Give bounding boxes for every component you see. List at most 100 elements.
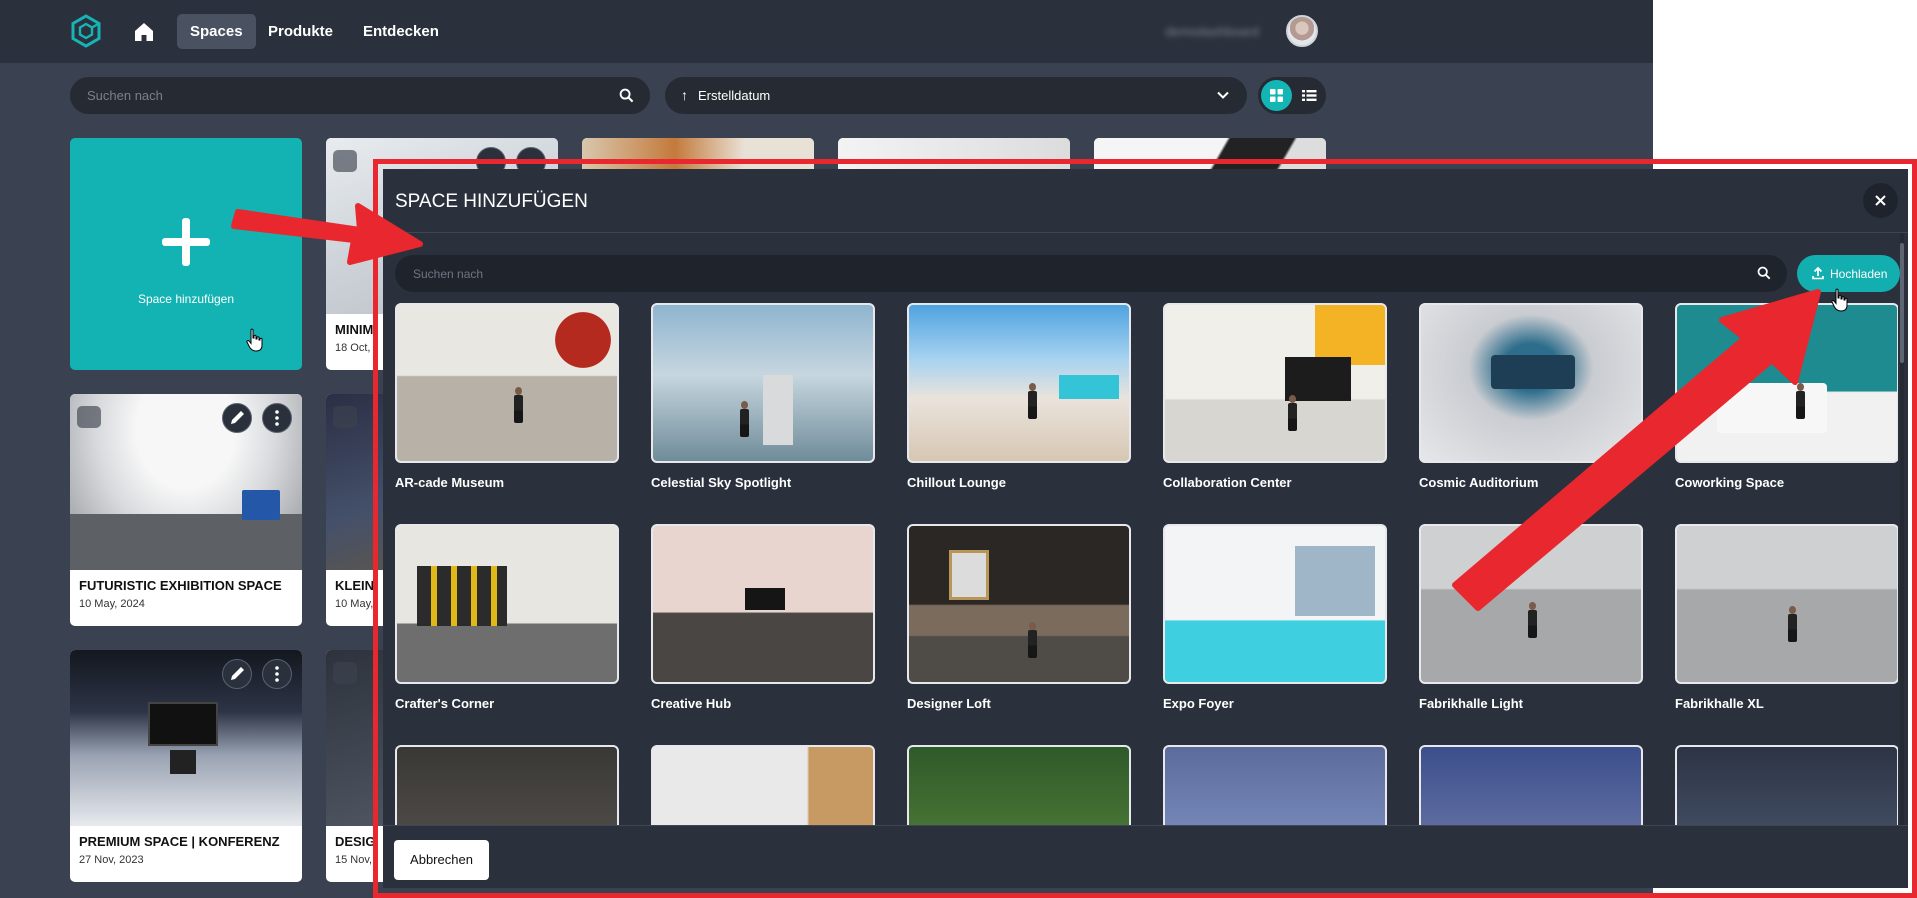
search-placeholder: Suchen nach xyxy=(87,88,163,103)
fridge-shape xyxy=(763,375,793,445)
more-options-button[interactable] xyxy=(262,659,292,689)
more-vertical-icon xyxy=(275,410,279,426)
template-tile[interactable]: Crafter's Corner xyxy=(395,524,619,711)
template-name: Fabrikhalle XL xyxy=(1675,696,1764,711)
pool-shape xyxy=(1059,375,1119,399)
tool-wall-shape xyxy=(417,566,507,626)
template-thumbnail xyxy=(651,524,875,684)
template-thumbnail xyxy=(1675,745,1898,825)
add-space-card[interactable]: Space hinzufügen xyxy=(70,138,302,370)
desk-shape xyxy=(1717,383,1827,433)
upload-button[interactable]: Hochladen xyxy=(1797,255,1900,292)
scrollbar[interactable] xyxy=(1900,233,1904,825)
template-tile[interactable]: AR-cade Museum xyxy=(395,303,619,490)
template-tile[interactable]: Cosmic Auditorium xyxy=(1419,303,1643,490)
template-name: Chillout Lounge xyxy=(907,475,1006,490)
template-tile[interactable]: Collaboration Center xyxy=(1163,303,1387,490)
pencil-icon xyxy=(231,667,244,680)
tree-shape xyxy=(547,305,617,375)
edit-button[interactable] xyxy=(222,403,252,433)
search-placeholder: Suchen nach xyxy=(413,267,484,281)
template-thumbnail xyxy=(395,303,619,463)
group-icon xyxy=(77,406,101,428)
template-tile[interactable] xyxy=(651,745,875,825)
nav-entdecken[interactable]: Entdecken xyxy=(350,14,452,49)
template-name: Expo Foyer xyxy=(1163,696,1234,711)
template-thumbnail xyxy=(651,303,875,463)
template-thumbnail xyxy=(907,524,1131,684)
template-tile[interactable]: Celestial Sky Spotlight xyxy=(651,303,875,490)
template-tile[interactable] xyxy=(395,745,619,825)
group-icon xyxy=(333,150,357,172)
space-title: FUTURISTIC EXHIBITION SPACE xyxy=(79,578,282,593)
avatar-figure xyxy=(1027,383,1037,419)
picture-shape xyxy=(949,550,989,600)
screen-shape xyxy=(242,490,280,520)
more-options-button[interactable] xyxy=(262,403,292,433)
scrollbar-thumb[interactable] xyxy=(1900,243,1904,363)
sun-shape xyxy=(1315,305,1385,365)
arrow-up-icon: ↑ xyxy=(681,87,688,103)
more-vertical-icon xyxy=(275,666,279,682)
template-tile[interactable]: Chillout Lounge xyxy=(907,303,1131,490)
template-name: Celestial Sky Spotlight xyxy=(651,475,792,490)
edit-button[interactable] xyxy=(222,659,252,689)
home-icon[interactable] xyxy=(132,20,156,44)
space-date: 27 Nov, 2023 xyxy=(79,854,144,866)
sort-value: Erstelldatum xyxy=(698,88,771,103)
add-space-dialog: SPACE HINZUFÜGEN Suchen nach Hochladen A… xyxy=(383,169,1908,888)
template-tile[interactable] xyxy=(907,745,1131,825)
avatar[interactable] xyxy=(1286,15,1318,47)
avatar-figure xyxy=(1787,606,1797,642)
list-view-button[interactable] xyxy=(1294,80,1325,111)
upload-icon xyxy=(1812,266,1824,280)
template-tile[interactable] xyxy=(1163,745,1387,825)
template-tile[interactable] xyxy=(1419,745,1643,825)
template-tile[interactable] xyxy=(1675,745,1898,825)
nav-spaces[interactable]: Spaces xyxy=(177,14,256,49)
user-name[interactable]: demodashboard xyxy=(1165,24,1259,39)
add-space-label: Space hinzufügen xyxy=(137,292,235,306)
screen-shape xyxy=(1491,355,1575,389)
dialog-footer: Abbrechen xyxy=(383,825,1908,888)
close-button[interactable] xyxy=(1863,183,1898,218)
avatar-figure xyxy=(1287,395,1297,431)
hand-cursor-icon xyxy=(1831,288,1848,312)
upload-label: Hochladen xyxy=(1830,267,1888,281)
template-thumbnail xyxy=(1163,303,1387,463)
template-name: Designer Loft xyxy=(907,696,991,711)
plus-icon xyxy=(162,218,210,266)
template-search-input[interactable]: Suchen nach xyxy=(395,255,1787,292)
search-icon xyxy=(1757,266,1771,280)
template-tile[interactable]: Fabrikhalle Light xyxy=(1419,524,1643,711)
avatar-figure xyxy=(1795,383,1805,419)
nav-produkte[interactable]: Produkte xyxy=(255,14,346,49)
avatar-figure xyxy=(513,387,523,423)
group-icon xyxy=(333,662,357,684)
search-input[interactable]: Suchen nach xyxy=(70,77,650,114)
group-icon xyxy=(333,406,357,428)
template-tile[interactable]: Coworking Space xyxy=(1675,303,1898,490)
logo-icon[interactable] xyxy=(70,14,102,48)
screen-shape xyxy=(148,702,218,746)
template-thumbnail xyxy=(1675,303,1898,463)
window-shape xyxy=(1295,546,1375,616)
template-tile[interactable]: Fabrikhalle XL xyxy=(1675,524,1898,711)
template-thumbnail xyxy=(395,745,619,825)
template-thumbnail xyxy=(1163,745,1387,825)
space-card[interactable]: FUTURISTIC EXHIBITION SPACE 10 May, 2024 xyxy=(70,394,302,626)
template-tile[interactable]: Creative Hub xyxy=(651,524,875,711)
template-tile[interactable]: Designer Loft xyxy=(907,524,1131,711)
cancel-button[interactable]: Abbrechen xyxy=(394,840,489,880)
list-icon xyxy=(1302,90,1317,101)
template-thumbnail xyxy=(1419,524,1643,684)
space-card[interactable]: PREMIUM SPACE | KONFERENZ 27 Nov, 2023 xyxy=(70,650,302,882)
close-icon xyxy=(1875,195,1886,206)
template-thumbnail xyxy=(1419,745,1643,825)
sort-select[interactable]: ↑ Erstelldatum xyxy=(665,77,1247,114)
template-tile[interactable]: Expo Foyer xyxy=(1163,524,1387,711)
template-name: Cosmic Auditorium xyxy=(1419,475,1539,490)
template-name: Crafter's Corner xyxy=(395,696,495,711)
grid-view-button[interactable] xyxy=(1261,80,1292,111)
pencil-icon xyxy=(231,411,244,424)
